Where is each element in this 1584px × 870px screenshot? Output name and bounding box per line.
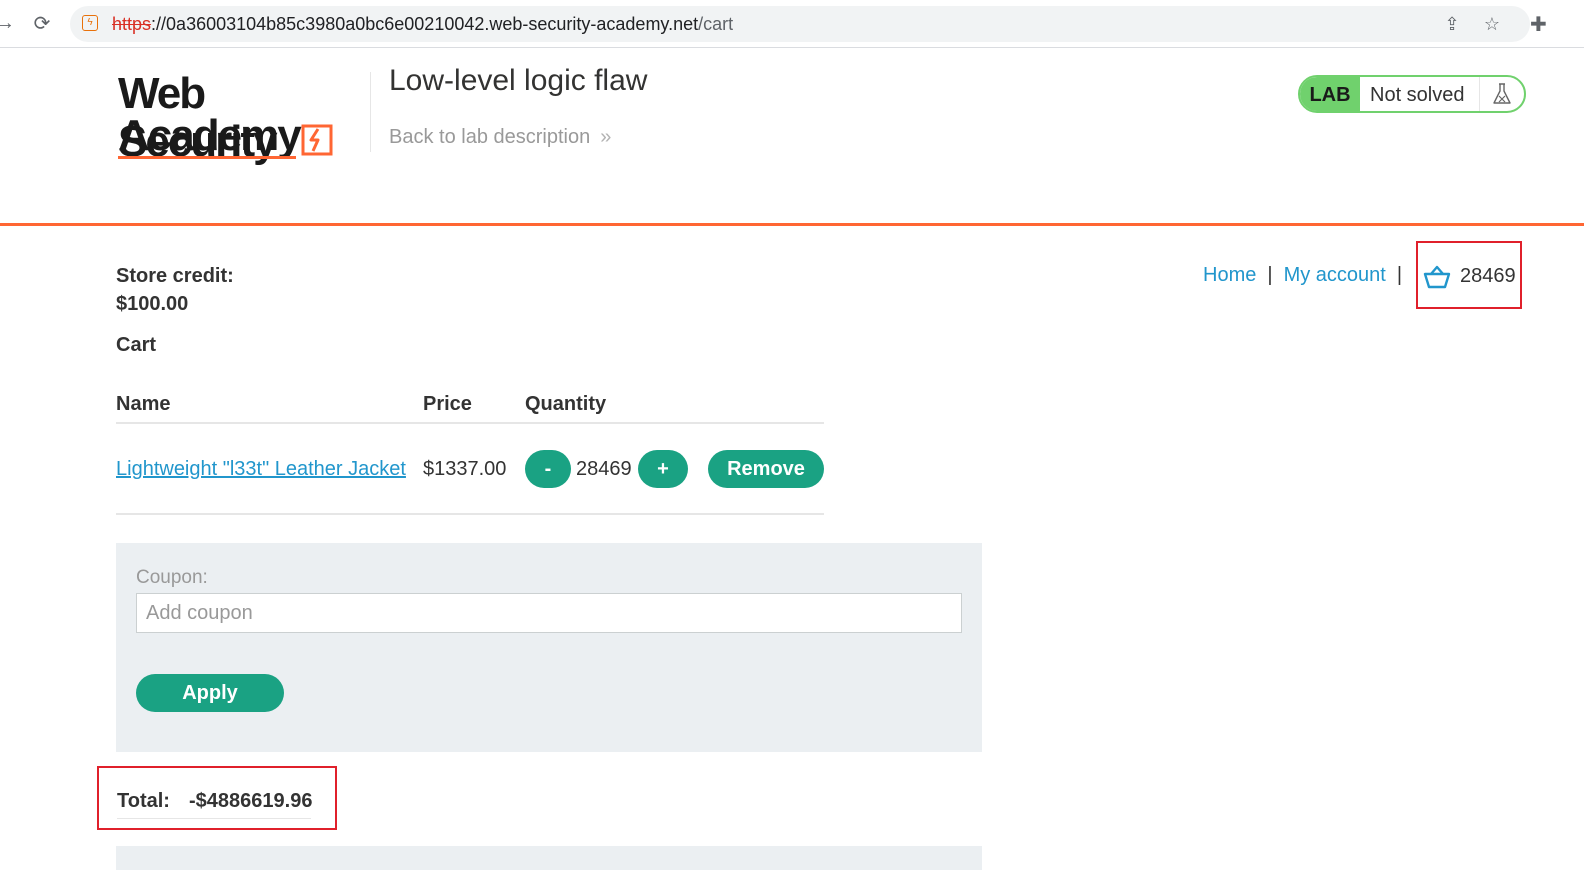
checkout-panel	[116, 846, 982, 870]
lab-state: Not solved	[1360, 77, 1480, 111]
lab-badge: LAB	[1300, 77, 1360, 111]
top-nav: Home | My account |	[1203, 264, 1413, 287]
url-path: /cart	[698, 14, 734, 34]
total-rule	[117, 818, 311, 819]
bolt-icon	[301, 124, 333, 156]
site-info-icon[interactable]: ϟ	[82, 15, 98, 31]
header-rule	[0, 223, 1584, 226]
store-credit-value: $100.00	[116, 293, 189, 315]
apply-coupon-button[interactable]: Apply	[136, 674, 284, 712]
total-label: Total:	[117, 790, 170, 812]
coupon-input[interactable]: Add coupon	[136, 593, 962, 633]
nav-separator: |	[1267, 264, 1273, 286]
basket-icon	[1423, 265, 1451, 289]
nav-home-link[interactable]: Home	[1203, 264, 1256, 286]
remove-button[interactable]: Remove	[708, 450, 824, 488]
coupon-label: Coupon:	[136, 567, 208, 588]
total-highlight: Total: -$4886619.96	[97, 766, 337, 830]
forward-icon[interactable]: →	[0, 10, 18, 36]
coupon-placeholder: Add coupon	[146, 602, 253, 624]
url-host: 0a36003104b85c3980a0bc6e00210042.web-sec…	[166, 14, 699, 34]
coupon-panel: Coupon: Add coupon Apply	[116, 543, 982, 752]
url-text[interactable]: https://0a36003104b85c3980a0bc6e00210042…	[112, 14, 733, 35]
header-divider	[370, 72, 371, 152]
cart-count: 28469	[1460, 265, 1516, 287]
product-link[interactable]: Lightweight "l33t" Leather Jacket	[116, 458, 406, 481]
chevron-right-icon: »	[600, 126, 612, 148]
academy-logo[interactable]: Web Security Academy	[118, 70, 368, 166]
logo-underline	[118, 156, 296, 159]
address-bar[interactable]: ϟ https://0a36003104b85c3980a0bc6e002100…	[70, 6, 1530, 42]
browser-toolbar: → ⟳ ϟ https://0a36003104b85c3980a0bc6e00…	[0, 0, 1584, 48]
column-header-quantity: Quantity	[525, 393, 607, 415]
nav-my-account-link[interactable]: My account	[1284, 264, 1386, 286]
table-row-rule	[116, 513, 824, 515]
decrement-quantity-button[interactable]: -	[525, 450, 571, 488]
flask-icon	[1480, 77, 1524, 111]
star-icon[interactable]: ☆	[1481, 13, 1503, 35]
cart-heading: Cart	[116, 334, 157, 356]
column-header-price: Price	[423, 393, 472, 415]
total-value: -$4886619.96	[189, 790, 313, 812]
logo-line-2: Academy	[118, 111, 302, 160]
product-quantity: 28469	[576, 458, 632, 480]
cart-link[interactable]: 28469	[1416, 241, 1522, 309]
url-separator: ://	[151, 14, 167, 34]
lab-title: Low-level logic flaw	[389, 64, 648, 97]
back-link-label: Back to lab description	[389, 126, 591, 148]
reload-icon[interactable]: ⟳	[29, 10, 55, 36]
product-price: $1337.00	[423, 458, 507, 480]
url-scheme: https	[112, 14, 152, 34]
increment-quantity-button[interactable]: +	[638, 450, 688, 488]
share-icon[interactable]: ⇪	[1441, 13, 1463, 35]
table-header-rule	[116, 422, 824, 424]
puzzle-icon[interactable]: ✚	[1530, 12, 1547, 37]
back-to-description-link[interactable]: Back to lab description »	[389, 126, 611, 149]
nav-separator: |	[1396, 264, 1403, 286]
lab-status-widget: LAB Not solved	[1298, 75, 1526, 113]
column-header-name: Name	[116, 393, 171, 415]
store-credit-label: Store credit:	[116, 265, 234, 287]
